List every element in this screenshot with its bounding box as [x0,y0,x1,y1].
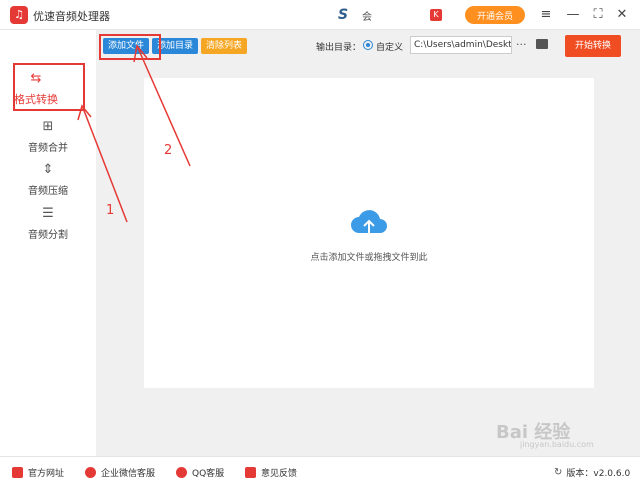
qq-service-label: QQ客服 [192,469,225,479]
annotation-arrows [77,44,191,223]
wechat-icon [85,467,96,478]
wechat-service-label: 企业微信客服 [101,469,156,479]
watermark-url: jingyan.baidu.com [520,440,594,449]
annotation-step-1: 1 [106,203,115,218]
footer-bar: 官方网址 企业微信客服 QQ客服 意见反馈 ↻ 版本：v2.0.6.0 [0,456,640,486]
website-icon [12,467,23,478]
update-icon: ↻ [554,467,563,478]
feedback-label: 意见反馈 [261,469,298,479]
feedback-icon [245,467,256,478]
qq-icon [176,467,187,478]
version-info[interactable]: ↻ 版本：v2.0.6.0 [554,466,630,479]
version-label: 版本：v2.0.6.0 [566,469,631,479]
annotation-step-2: 2 [164,143,173,158]
website-link[interactable]: 官方网址 [12,466,64,479]
website-link-label: 官方网址 [28,469,65,479]
wechat-service-link[interactable]: 企业微信客服 [85,466,155,479]
feedback-link[interactable]: 意见反馈 [245,466,297,479]
qq-service-link[interactable]: QQ客服 [176,466,224,479]
